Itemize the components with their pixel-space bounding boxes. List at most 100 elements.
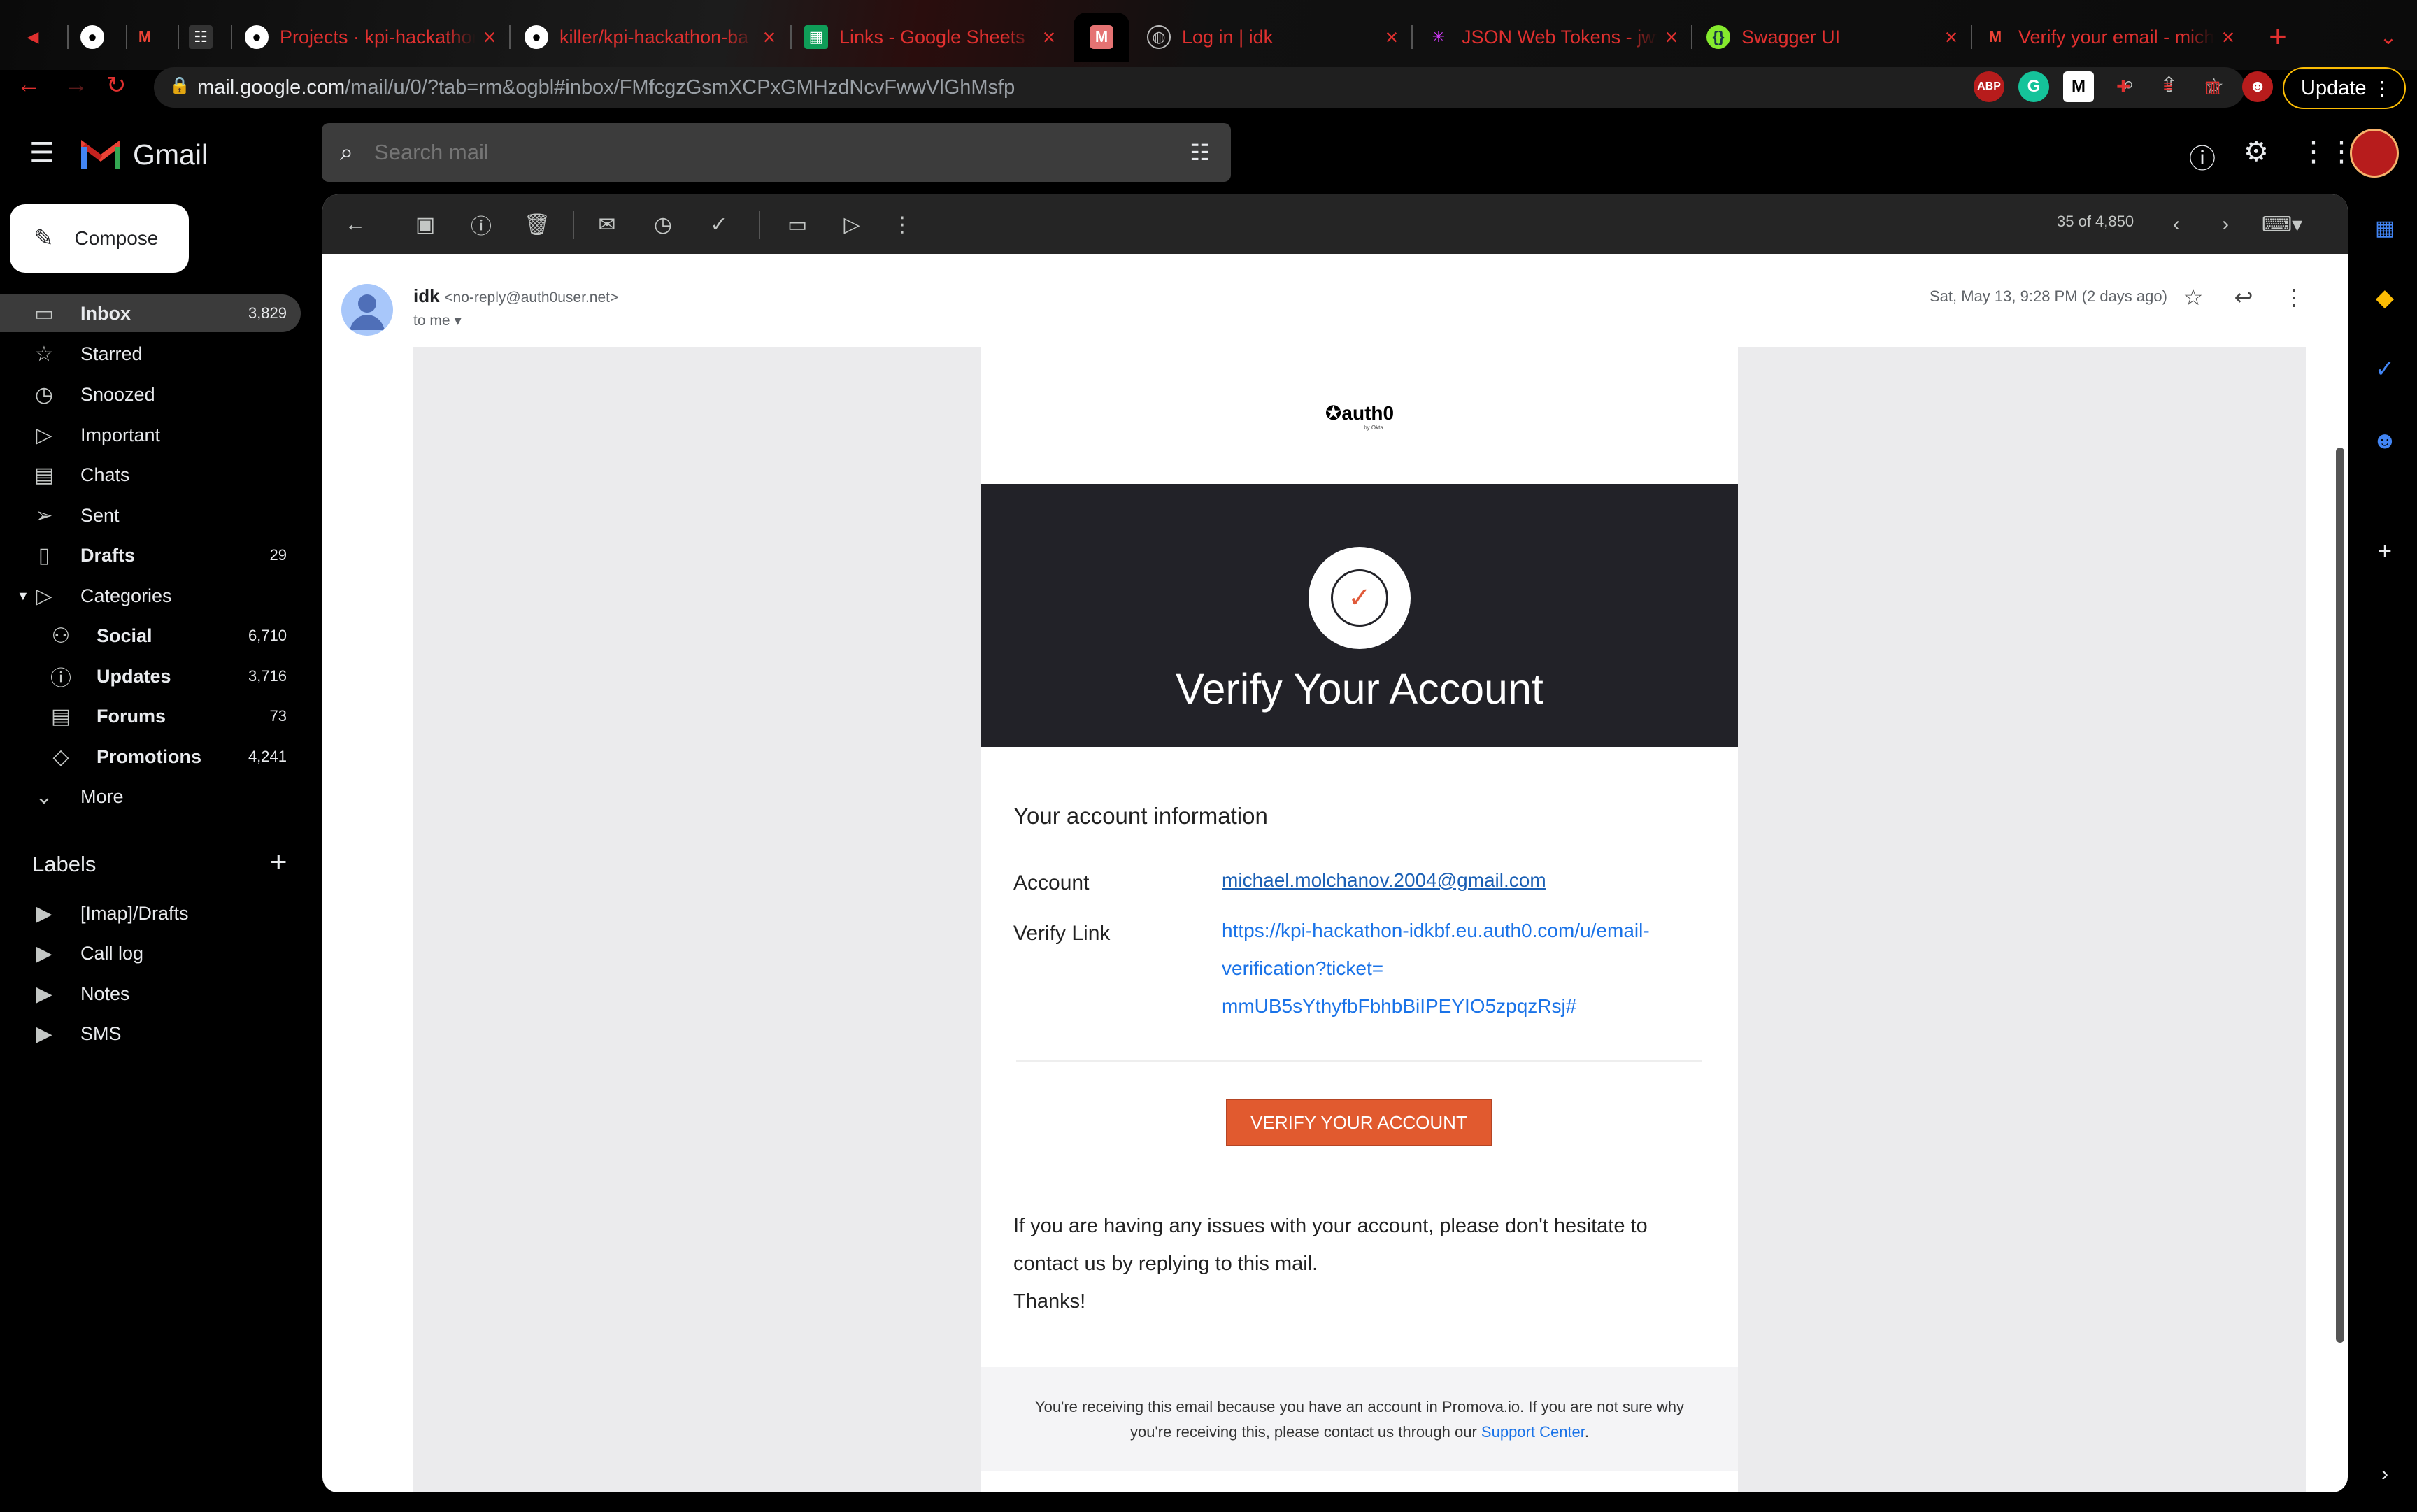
main-menu-icon[interactable]: ☰ — [29, 137, 55, 169]
add-label-plus-icon[interactable]: + — [270, 845, 287, 878]
medium-extension-icon[interactable]: M — [2063, 71, 2094, 102]
get-addons-plus-icon[interactable]: + — [2369, 536, 2400, 566]
tasks-icon[interactable]: ✓ — [2369, 354, 2400, 385]
grammarly-extension-icon[interactable]: G — [2018, 71, 2049, 102]
side-panel-icon[interactable]: ▥ — [2197, 71, 2228, 102]
sidebar-item-inbox[interactable]: ▭ Inbox 3,829 — [0, 294, 301, 332]
apps-grid-icon[interactable]: ⋮⋮ — [2300, 136, 2355, 168]
calendar-icon[interactable]: ▦ — [2369, 213, 2400, 243]
update-button[interactable]: Update ⋮ — [2283, 67, 2406, 109]
close-icon[interactable]: × — [476, 24, 504, 50]
more-vert-icon[interactable]: ⋮ — [2279, 283, 2309, 312]
reply-icon[interactable]: ↩ — [2229, 283, 2258, 312]
tab-login[interactable]: ◍ Log in | idk × — [1147, 13, 1406, 62]
move-to-icon[interactable]: ▭ — [784, 211, 811, 238]
url-text[interactable]: mail.google.com/mail/u/0/?tab=rm&ogbl#in… — [197, 76, 1015, 99]
media-queue-icon[interactable]: ≡ — [2153, 71, 2183, 102]
keep-icon[interactable]: ◆ — [2369, 283, 2400, 313]
profile-avatar-icon[interactable]: ☻ — [2242, 71, 2273, 102]
close-icon[interactable]: × — [1937, 24, 1965, 50]
sidebar-item-social[interactable]: ⚇ Social 6,710 — [0, 617, 301, 655]
tab-mail-pinned[interactable]: M — [1074, 13, 1129, 62]
reload-icon[interactable]: ↻ — [106, 71, 127, 99]
sidebar-item-forums[interactable]: ▤ Forums 73 — [0, 697, 301, 735]
tab-projects[interactable]: ● Projects · kpi-hackathon × — [245, 13, 504, 62]
issues-line: If you are having any issues with your a… — [1013, 1215, 1648, 1237]
sidebar-item-important[interactable]: ▷ Important — [0, 416, 301, 454]
puzzle-extensions-icon[interactable]: ✚ — [2108, 71, 2139, 102]
sidebar-item-sent[interactable]: ➢ Sent — [0, 497, 301, 534]
search-icon[interactable]: ⌕ — [340, 139, 353, 166]
search-bar[interactable]: ⌕ ☷ — [322, 123, 1231, 182]
next-chevron-icon[interactable]: › — [2212, 211, 2239, 238]
tab-verify-email[interactable]: M Verify your email - mich × — [1983, 13, 2242, 62]
adblock-extension-icon[interactable]: ABP — [1974, 71, 2004, 102]
tab-pinned-app[interactable]: ☷ — [189, 13, 224, 62]
omnibox[interactable]: 🔒 mail.google.com/mail/u/0/?tab=rm&ogbl#… — [154, 67, 2245, 108]
sidebar-item-drafts[interactable]: ▯ Drafts 29 — [0, 536, 301, 574]
star-icon[interactable]: ☆ — [2179, 283, 2208, 312]
add-task-icon[interactable]: ✓ — [706, 211, 732, 238]
verify-account-button[interactable]: VERIFY YOUR ACCOUNT — [1226, 1099, 1492, 1146]
clock-icon: ◷ — [34, 383, 54, 406]
audio-muted-icon: ◀ — [27, 28, 39, 45]
new-tab-button[interactable]: + — [2260, 13, 2295, 62]
sidebar-item-updates[interactable]: ⓘ Updates 3,716 — [0, 657, 301, 695]
label-item[interactable]: ▶ Notes — [0, 975, 301, 1013]
show-side-panel-chevron-icon[interactable]: › — [2369, 1459, 2400, 1490]
sidebar-item-chats[interactable]: ▤ Chats — [0, 456, 301, 494]
sidebar-item-snoozed[interactable]: ◷ Snoozed — [0, 376, 301, 413]
verify-link-line[interactable]: verification?ticket= — [1222, 950, 1711, 987]
label-item[interactable]: ▶ Call log — [0, 934, 301, 972]
sidebar-item-more[interactable]: ⌄ More — [0, 778, 301, 815]
close-icon[interactable]: × — [1657, 24, 1685, 50]
forward-icon[interactable]: → — [64, 71, 88, 99]
label-item[interactable]: ▶ [Imap]/Drafts — [0, 894, 301, 932]
tab-swagger[interactable]: {} Swagger UI × — [1706, 13, 1965, 62]
tab-github-pinned[interactable]: ● — [80, 13, 115, 62]
snooze-clock-icon[interactable]: ◷ — [650, 211, 676, 238]
account-value[interactable]: michael.molchanov.2004@gmail.com — [1222, 862, 1711, 899]
tab-jwt[interactable]: ✳ JSON Web Tokens - jwt × — [1427, 13, 1685, 62]
tab-muted[interactable]: ◀ — [21, 13, 63, 62]
back-arrow-icon[interactable]: ← — [342, 211, 369, 238]
settings-gear-icon[interactable]: ⚙ — [2244, 136, 2269, 168]
help-icon[interactable]: ⓘ — [2189, 137, 2216, 176]
close-icon[interactable]: × — [1378, 24, 1406, 50]
delete-icon[interactable]: 🗑 — [524, 211, 550, 238]
label-item[interactable]: ▶ SMS — [0, 1015, 301, 1053]
verify-link-line[interactable]: https://kpi-hackathon-idkbf.eu.auth0.com… — [1222, 912, 1711, 950]
search-options-icon[interactable]: ☷ — [1190, 139, 1210, 166]
archive-icon[interactable]: ▣ — [412, 211, 439, 238]
close-icon[interactable]: × — [2214, 24, 2242, 50]
gmail-logo-icon[interactable] — [81, 140, 120, 169]
close-icon[interactable]: × — [755, 24, 783, 50]
support-center-link[interactable]: Support Center — [1481, 1423, 1585, 1441]
account-email-link[interactable]: michael.molchanov.2004@gmail.com — [1222, 869, 1546, 891]
sidebar-item-starred[interactable]: ☆ Starred — [0, 335, 301, 373]
tab-gmail-pinned[interactable]: M — [133, 13, 168, 62]
account-avatar[interactable] — [2350, 129, 2399, 178]
input-tools-keyboard-icon[interactable]: ⌨▾ — [2261, 211, 2303, 238]
verify-link-line[interactable]: mmUB5sYthyfbFbhbBiIPEYIO5zpqzRsj# — [1222, 987, 1711, 1025]
mark-unread-icon[interactable]: ✉ — [594, 211, 620, 238]
back-icon[interactable]: ← — [17, 71, 41, 99]
sidebar-item-promotions[interactable]: ◇ Promotions 4,241 — [0, 738, 301, 776]
recipient-line[interactable]: to me ▾ — [413, 312, 462, 329]
tab-search-button[interactable]: ⌄ — [2371, 13, 2406, 62]
more-vert-icon[interactable]: ⋮ — [889, 211, 915, 238]
sender-avatar[interactable] — [341, 284, 393, 336]
sender-name[interactable]: idk — [413, 285, 440, 306]
tab-repo[interactable]: ● killer/kpi-hackathon-ba × — [525, 13, 783, 62]
prev-chevron-icon[interactable]: ‹ — [2163, 211, 2190, 238]
search-input[interactable] — [374, 140, 1074, 165]
report-spam-icon[interactable]: ⓘ — [468, 211, 494, 238]
contacts-icon[interactable]: ☻ — [2369, 425, 2400, 456]
close-icon[interactable]: × — [1035, 24, 1063, 50]
sidebar-item-categories[interactable]: ▼ ▷ Categories — [0, 577, 301, 615]
labels-icon[interactable]: ▷ — [839, 211, 865, 238]
verify-link[interactable]: https://kpi-hackathon-idkbf.eu.auth0.com… — [1222, 912, 1711, 1025]
tab-sheets[interactable]: ▦ Links - Google Sheets × — [804, 13, 1063, 62]
compose-button[interactable]: ✎ Compose — [10, 204, 189, 273]
scrollbar-thumb[interactable] — [2336, 448, 2344, 1343]
